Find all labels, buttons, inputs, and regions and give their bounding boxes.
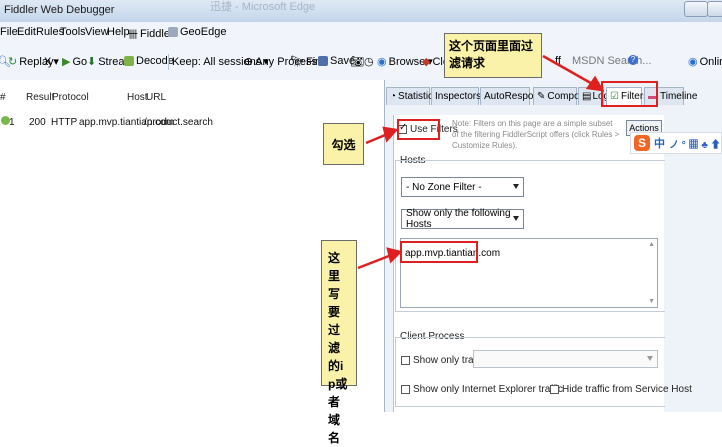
hide-service-host-checkbox[interactable]: Hide traffic from Service Host [550, 384, 692, 395]
tab-timeline-label: Timeline [660, 91, 698, 102]
toolbar: 🔍︎ ↻ Replay X ▾ ▶ Go ⬇ Stream Decode Keep: A… [0, 42, 722, 81]
row-url: /product.search [144, 117, 213, 128]
zone-filter-value: - No Zone Filter - [406, 181, 482, 193]
checkbox-icon [401, 385, 410, 394]
hide-service-host-label: Hide traffic from Service Host [562, 384, 692, 395]
check-annotation: 勾选 [323, 123, 364, 165]
play-icon: ▶ [62, 56, 71, 68]
go-label: Go [72, 55, 88, 68]
window-title: Fiddler Web Debugger [4, 4, 115, 16]
ime-toolbar[interactable]: S 中 ノ ° ▦ ♣ ⬆ [630, 132, 722, 154]
tab-composer[interactable]: ✎ Composer [533, 87, 594, 105]
clock-icon: ◷ [364, 56, 374, 68]
column-header-url[interactable]: URL [146, 92, 166, 103]
column-header-result[interactable]: Result [26, 92, 54, 103]
checkbox-icon [401, 356, 410, 365]
use-filters-highlight [397, 119, 440, 140]
menu-view[interactable]: View [85, 26, 109, 38]
help-button[interactable]: ? [628, 55, 638, 65]
msdn-search-placeholder: MSDN Search... [572, 55, 652, 67]
fiddler-menu-icon: 卌 [128, 30, 138, 41]
menu-bar: File Edit Rules Tools View Help 卌 Fiddler… [0, 22, 722, 43]
dropdown-arrow-icon [647, 356, 653, 361]
filters-note: Note: Filters on this page are a simple … [452, 119, 620, 150]
background-window-title: 迅捷 - Microsoft Edge [210, 1, 316, 13]
online-indicator: ◉Online [688, 55, 722, 69]
tab-inspectors-label: Inspectors [435, 91, 482, 102]
show-ie-only-label: Show only Internet Explorer traffic [413, 384, 563, 395]
composer-icon: ✎ [537, 91, 546, 102]
column-header-number[interactable]: # [0, 92, 6, 103]
clear-cache-icon: ◆ [422, 56, 431, 68]
show-ie-only-checkbox[interactable]: Show only Internet Explorer traffic [401, 384, 563, 395]
ime-mode-label[interactable]: 中 [654, 135, 665, 151]
remove-button[interactable]: X ▾ [44, 55, 59, 69]
help-icon: ? [628, 55, 638, 65]
tab-autoresponder[interactable]: AutoResponder [480, 87, 554, 105]
column-header-host[interactable]: Host [127, 92, 148, 103]
timer-button[interactable]: ◷ [364, 55, 374, 68]
host-filter-mode-value: Show only the following Hosts [406, 208, 511, 230]
checkbox-icon [550, 385, 559, 394]
filters-tab-annotation: 这个页面里面过滤请求 [444, 33, 542, 78]
row-number: 1 [9, 117, 15, 128]
menu-edit[interactable]: Edit [17, 26, 36, 38]
host-filter-mode-select[interactable]: Show only the following Hosts [401, 208, 524, 230]
tab-statistics[interactable]: ◔ Statistics [386, 87, 438, 105]
log-icon: ▤ [582, 91, 592, 102]
menu-fiddler[interactable]: 卌 Fiddler [128, 26, 174, 42]
row-result: 200 [29, 117, 46, 128]
menu-tools[interactable]: Tools [60, 26, 86, 38]
statistics-icon: ◔ [390, 91, 397, 102]
row-protocol: HTTP [51, 117, 78, 128]
hosts-value-highlight [400, 241, 478, 263]
online-label: Online [699, 55, 722, 68]
title-bar: Fiddler Web Debugger 迅捷 - Microsoft Edge [0, 0, 722, 23]
scroll-up-icon[interactable]: ▲ [648, 241, 655, 248]
crosshair-icon: ⊕ [244, 56, 254, 68]
ime-tool-icons[interactable]: ノ ° ▦ ♣ ⬆ [669, 136, 721, 151]
replay-icon: ↻ [8, 56, 18, 68]
decode-button[interactable]: Decode [124, 55, 174, 67]
go-button[interactable]: ▶ Go [62, 55, 88, 69]
toolbar-separator [168, 54, 169, 70]
stream-icon: ⬇ [87, 56, 97, 68]
menu-geoedge-label: GeoEdge [180, 26, 227, 38]
screenshot-button[interactable]: 📷︎ [350, 55, 364, 68]
browse-label: Browse [388, 55, 426, 68]
sogou-logo-icon: S [634, 135, 650, 151]
process-select[interactable] [473, 350, 658, 368]
scroll-down-icon[interactable]: ▼ [648, 298, 655, 305]
online-icon: ◉ [688, 56, 698, 68]
filters-tab-highlight [601, 81, 658, 107]
globe-icon: ◉ [377, 56, 387, 68]
menu-file[interactable]: File [0, 26, 18, 38]
dropdown-arrow-icon [513, 216, 519, 221]
hosts-annotation: 这里写要过滤的ip或者域名 [321, 240, 357, 445]
textwizard-label: ff [555, 55, 561, 67]
zone-filter-select[interactable]: - No Zone Filter - [401, 177, 524, 197]
remove-label: X [44, 55, 52, 68]
dropdown-arrow-icon: ▾ [53, 56, 59, 68]
geoedge-icon [168, 27, 178, 37]
binoculars-icon: 🔭︎ [290, 56, 304, 68]
decode-icon [124, 56, 134, 66]
menu-geoedge[interactable]: GeoEdge [168, 26, 226, 38]
maximize-button[interactable] [707, 1, 722, 17]
client-process-group [395, 337, 665, 407]
sogou-logo-letter: S [637, 136, 646, 150]
tab-inspectors[interactable]: Inspectors [431, 87, 482, 105]
msdn-search-input[interactable]: MSDN Search... [572, 55, 651, 67]
column-header-protocol[interactable]: Protocol [52, 92, 89, 103]
menu-help[interactable]: Help [107, 26, 130, 38]
save-icon [318, 56, 328, 66]
minimize-button[interactable] [684, 1, 708, 17]
textwizard-button[interactable]: ff [555, 55, 561, 67]
camera-icon: 📷︎ [350, 56, 364, 68]
dropdown-arrow-icon [513, 184, 519, 189]
